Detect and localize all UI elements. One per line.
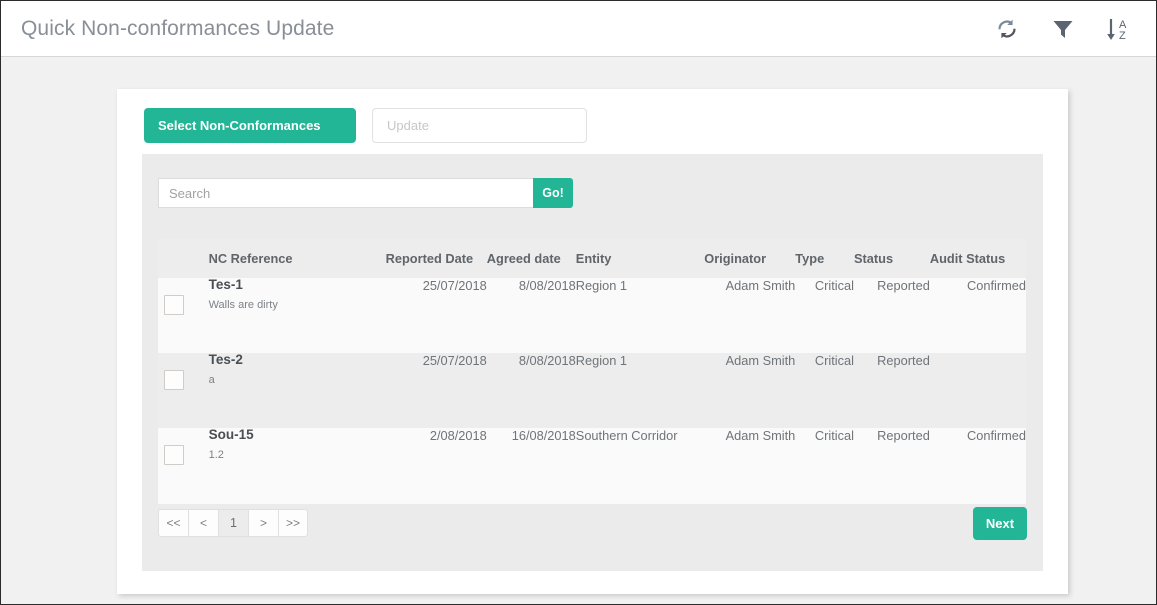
non-conformance-table: NC Reference Reported Date Agreed date E… [158, 239, 1026, 504]
nc-description: Walls are dirty [208, 298, 278, 311]
nc-reference-value: Tes-1 [208, 277, 243, 292]
cell-status: Reported [853, 428, 930, 504]
cell-nc-reference: Sou-15 1.2 [208, 427, 386, 504]
pagination-page-1[interactable]: 1 [218, 509, 248, 537]
search-go-button[interactable]: Go! [533, 178, 573, 208]
cell-agreed-date: 8/08/2018 [486, 278, 576, 353]
pagination: << < 1 > >> [158, 509, 308, 537]
non-conformance-table-wrap: NC Reference Reported Date Agreed date E… [158, 239, 1026, 504]
cell-nc-reference: Tes-1 Walls are dirty [208, 277, 386, 353]
content-card: Select Non-Conformances Update Go! [117, 89, 1068, 594]
column-header-nc-reference: NC Reference [208, 239, 386, 278]
column-header-agreed-date: Agreed date [486, 239, 576, 278]
cell-status: Reported [853, 353, 930, 428]
cell-type: Critical [795, 353, 854, 428]
row-checkbox[interactable] [164, 370, 184, 390]
header-actions: A Z [992, 13, 1138, 45]
row-select-cell [158, 428, 209, 504]
nc-description: a [208, 373, 215, 386]
column-header-originator: Originator [704, 239, 796, 278]
tab-bar: Select Non-Conformances Update [144, 108, 587, 143]
table-row[interactable]: Tes-2 a 25/07/2018 8/08/2018 Region 1 Ad… [158, 353, 1026, 428]
row-checkbox[interactable] [164, 445, 184, 465]
cell-reported-date: 25/07/2018 [385, 278, 487, 353]
app-window: Quick Non-conformances Update A Z Select… [0, 0, 1157, 605]
cell-agreed-date: 16/08/2018 [486, 428, 576, 504]
selection-panel: Go! NC Reference Reported Date Agreed da… [142, 154, 1043, 571]
column-header-status: Status [853, 239, 930, 278]
cell-agreed-date: 8/08/2018 [486, 353, 576, 428]
nc-description: 1.2 [208, 448, 224, 461]
search-input[interactable] [158, 178, 533, 208]
cell-entity: Region 1 [575, 353, 705, 428]
table-header-row: NC Reference Reported Date Agreed date E… [158, 239, 1026, 278]
next-button[interactable]: Next [973, 507, 1027, 540]
filter-icon[interactable] [1048, 13, 1078, 45]
refresh-icon[interactable] [992, 13, 1022, 45]
cell-audit-status [929, 353, 1026, 428]
table-header: NC Reference Reported Date Agreed date E… [158, 239, 1026, 278]
cell-entity: Southern Corridor [575, 428, 705, 504]
cell-audit-status: Confirmed [929, 278, 1026, 353]
pagination-prev[interactable]: < [188, 509, 218, 537]
cell-nc-reference: Tes-2 a [208, 352, 386, 428]
pagination-last[interactable]: >> [278, 509, 308, 537]
cell-status: Reported [853, 278, 930, 353]
nc-reference-value: Tes-2 [208, 352, 243, 367]
column-header-type: Type [795, 239, 854, 278]
row-checkbox[interactable] [164, 295, 184, 315]
cell-originator: Adam Smith [704, 428, 796, 504]
row-select-cell [158, 278, 209, 353]
cell-originator: Adam Smith [704, 278, 796, 353]
cell-type: Critical [795, 278, 854, 353]
column-header-reported-date: Reported Date [385, 239, 487, 278]
column-header-select [158, 239, 209, 278]
cell-entity: Region 1 [575, 278, 705, 353]
nc-reference-value: Sou-15 [208, 427, 254, 442]
cell-reported-date: 25/07/2018 [385, 353, 487, 428]
pagination-first[interactable]: << [158, 509, 188, 537]
svg-text:Z: Z [1119, 30, 1126, 42]
cell-originator: Adam Smith [704, 353, 796, 428]
row-select-cell [158, 353, 209, 428]
cell-audit-status: Confirmed [929, 428, 1026, 504]
cell-reported-date: 2/08/2018 [385, 428, 487, 504]
table-row[interactable]: Tes-1 Walls are dirty 25/07/2018 8/08/20… [158, 278, 1026, 353]
search-row: Go! [158, 178, 573, 208]
table-body: Tes-1 Walls are dirty 25/07/2018 8/08/20… [158, 278, 1026, 504]
page-title: Quick Non-conformances Update [21, 16, 335, 40]
column-header-entity: Entity [575, 239, 705, 278]
sort-az-icon[interactable]: A Z [1104, 13, 1134, 45]
pagination-next[interactable]: > [248, 509, 278, 537]
table-row[interactable]: Sou-15 1.2 2/08/2018 16/08/2018 Southern… [158, 428, 1026, 504]
cell-type: Critical [795, 428, 854, 504]
column-header-audit-status: Audit Status [929, 239, 1026, 278]
tab-select-non-conformances[interactable]: Select Non-Conformances [144, 108, 356, 143]
top-header-bar: Quick Non-conformances Update A Z [1, 1, 1156, 57]
page-body: Select Non-Conformances Update Go! [1, 58, 1156, 604]
tab-update[interactable]: Update [372, 108, 587, 143]
